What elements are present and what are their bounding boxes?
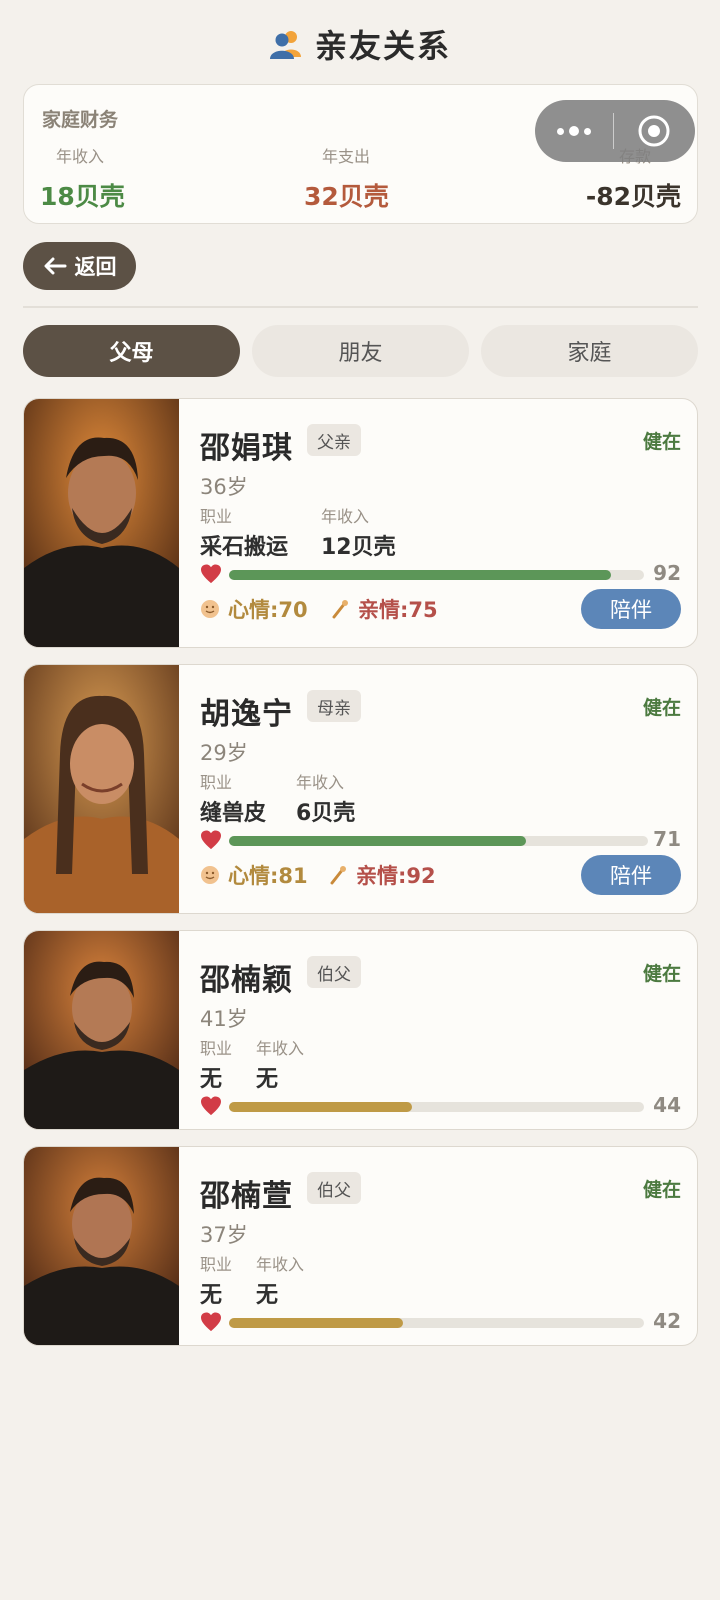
tab-parents[interactable]: 父母 xyxy=(23,325,240,377)
age-text: 29岁 xyxy=(200,741,248,765)
income-value: 18贝壳 xyxy=(40,182,125,211)
portrait-avatar xyxy=(24,1147,179,1345)
job-label: 职业 xyxy=(200,1039,233,1058)
affection-stat: 亲情:92 xyxy=(328,860,436,890)
heart-icon xyxy=(201,1312,221,1332)
portrait-avatar xyxy=(24,931,179,1129)
back-label: 返回 xyxy=(74,255,117,279)
more-dots-icon xyxy=(557,126,591,136)
tab-friends[interactable]: 朋友 xyxy=(252,325,469,377)
income-label: 年收入 xyxy=(256,1039,305,1058)
income-value: 12贝壳 xyxy=(321,535,396,560)
relative-name: 邵娟琪 xyxy=(200,431,293,466)
arrow-left-icon xyxy=(44,257,66,275)
health-bar xyxy=(229,570,644,580)
income-label: 年收入 xyxy=(321,507,370,526)
income-value: 无 xyxy=(256,1283,279,1308)
back-button[interactable]: 返回 xyxy=(23,242,136,290)
age-text: 37岁 xyxy=(200,1223,248,1247)
affection-text: 亲情:92 xyxy=(356,864,436,888)
relative-name: 邵楠萱 xyxy=(200,1179,293,1214)
heart-icon xyxy=(201,1096,221,1116)
flower-sprig-icon xyxy=(332,600,348,619)
income-block: 年收入 18贝壳 xyxy=(40,143,125,213)
relation-badge: 母亲 xyxy=(307,690,361,722)
affection-stat: 亲情:75 xyxy=(330,594,438,624)
relation-badge: 伯父 xyxy=(307,956,361,988)
health-value: 71 xyxy=(653,827,681,851)
health-bar-fill xyxy=(229,836,527,846)
close-miniprogram-button[interactable] xyxy=(614,100,694,162)
health-value: 92 xyxy=(653,561,681,585)
job-value: 无 xyxy=(200,1067,223,1092)
job-label: 职业 xyxy=(200,773,233,792)
relation-badge: 父亲 xyxy=(307,424,361,456)
page-title: 亲友关系 xyxy=(314,27,451,65)
health-bar xyxy=(229,1102,644,1112)
relative-card: 邵楠颖 伯父 健在 41岁 职业 年收入 无 无 44 xyxy=(23,930,698,1130)
heart-icon xyxy=(201,564,221,584)
income-value: 6贝壳 xyxy=(296,801,356,826)
income-label: 年收入 xyxy=(296,773,345,792)
income-label: 年收入 xyxy=(56,147,105,166)
more-menu-button[interactable] xyxy=(535,100,613,162)
health-bar-fill xyxy=(229,570,611,580)
mood-text: 心情:70 xyxy=(228,598,308,622)
life-status: 健在 xyxy=(642,963,681,985)
job-value: 缝兽皮 xyxy=(200,801,267,826)
life-status: 健在 xyxy=(642,431,681,453)
relation-badge: 伯父 xyxy=(307,1172,361,1204)
mood-stat: 心情:81 xyxy=(200,860,308,890)
section-divider xyxy=(23,306,698,308)
income-label: 年收入 xyxy=(256,1255,305,1274)
relative-card: 邵娟琪 父亲 健在 36岁 职业 年收入 采石搬运 12贝壳 92 心情:70 … xyxy=(23,398,698,648)
people-icon xyxy=(269,27,303,61)
target-icon xyxy=(638,115,670,147)
health-bar xyxy=(229,836,648,846)
job-label: 职业 xyxy=(200,507,233,526)
relative-card: 邵楠萱 伯父 健在 37岁 职业 年收入 无 无 42 xyxy=(23,1146,698,1346)
portrait-avatar xyxy=(24,399,179,647)
job-label: 职业 xyxy=(200,1255,233,1274)
affection-text: 亲情:75 xyxy=(358,598,438,622)
expense-block: 年支出 32贝壳 xyxy=(304,143,389,213)
health-bar-fill xyxy=(229,1102,412,1112)
job-value: 采石搬运 xyxy=(200,535,289,560)
page-header: 亲友关系 xyxy=(0,18,720,70)
finance-title: 家庭财务 xyxy=(42,109,119,131)
accompany-button[interactable]: 陪伴 xyxy=(581,855,681,895)
health-value: 42 xyxy=(653,1309,681,1333)
mood-text: 心情:81 xyxy=(228,864,308,888)
relative-name: 胡逸宁 xyxy=(200,697,293,732)
life-status: 健在 xyxy=(642,1179,681,1201)
smile-face-icon xyxy=(201,866,219,884)
relation-tabs: 父母 朋友 家庭 xyxy=(23,325,698,377)
relative-name: 邵楠颖 xyxy=(200,963,293,998)
health-bar-fill xyxy=(229,1318,404,1328)
savings-value: -82贝壳 xyxy=(585,182,681,211)
life-status: 健在 xyxy=(642,697,681,719)
age-text: 36岁 xyxy=(200,475,248,499)
expense-label: 年支出 xyxy=(322,147,371,166)
health-bar xyxy=(229,1318,644,1328)
health-value: 44 xyxy=(653,1093,681,1117)
flower-sprig-icon xyxy=(330,866,346,885)
expense-value: 32贝壳 xyxy=(304,182,389,211)
relative-card: 胡逸宁 母亲 健在 29岁 职业 年收入 缝兽皮 6贝壳 71 心情:81 亲情… xyxy=(23,664,698,914)
smile-face-icon xyxy=(201,600,219,618)
miniprogram-capsule xyxy=(535,100,695,162)
mood-stat: 心情:70 xyxy=(200,594,308,624)
job-value: 无 xyxy=(200,1283,223,1308)
portrait-avatar xyxy=(24,665,179,913)
heart-icon xyxy=(201,830,221,850)
income-value: 无 xyxy=(256,1067,279,1092)
tab-family[interactable]: 家庭 xyxy=(481,325,698,377)
age-text: 41岁 xyxy=(200,1007,248,1031)
accompany-button[interactable]: 陪伴 xyxy=(581,589,681,629)
